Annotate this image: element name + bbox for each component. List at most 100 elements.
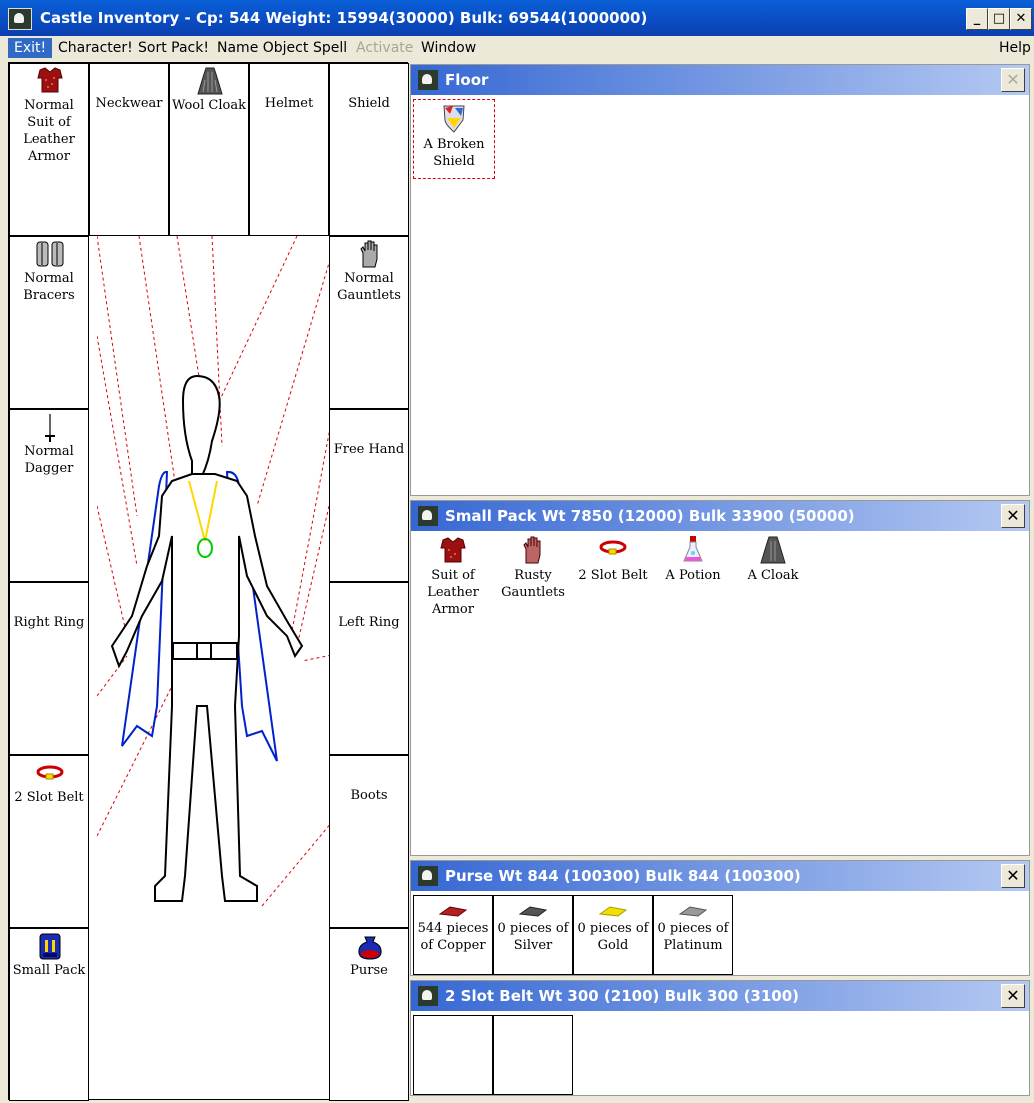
close-button[interactable]: ✕ (1010, 8, 1032, 30)
slot-label: Normal Suit of Leather Armor (23, 98, 75, 164)
cloak-icon (760, 536, 786, 564)
menu-window[interactable]: Window (421, 40, 476, 56)
floor-pane: Floor ✕ A Broken Shield (410, 64, 1030, 496)
slot-boots[interactable]: Boots (329, 755, 409, 928)
item-label: 2 Slot Belt (578, 568, 648, 583)
belt-title: 2 Slot Belt Wt 300 (2100) Bulk 300 (3100… (445, 987, 800, 1005)
slot-helmet[interactable]: Helmet (249, 63, 329, 236)
maximize-button[interactable]: □ (988, 8, 1010, 30)
character-figure (97, 236, 337, 907)
menu-exit[interactable]: Exit! (8, 38, 53, 58)
slot-label: Shield (348, 96, 390, 111)
slot-left-ring[interactable]: Left Ring (329, 582, 409, 755)
window-title: Castle Inventory - Cp: 544 Weight: 15994… (40, 9, 648, 27)
coin-label: 0 pieces of Platinum (657, 921, 729, 953)
menu-character[interactable]: Character! (58, 40, 133, 56)
coin-pile-icon (438, 906, 468, 917)
slot-armor[interactable]: Normal Suit of Leather Armor (9, 63, 89, 236)
purse-pane: Purse Wt 844 (100300) Bulk 844 (100300) … (410, 860, 1030, 976)
slot-label: Small Pack (12, 963, 86, 978)
coin-pile-icon (518, 906, 548, 917)
belt-icon (36, 765, 64, 780)
menu-name-object[interactable]: Name Object (217, 40, 308, 56)
slot-label: Left Ring (338, 615, 400, 630)
potion-icon (683, 536, 703, 562)
slot-label: Free Hand (333, 442, 405, 457)
item-label: A Broken Shield (423, 137, 485, 169)
slot-label: Right Ring (13, 615, 85, 630)
pack-item[interactable]: A Cloak (733, 535, 813, 584)
minimize-button[interactable]: _ (966, 8, 988, 30)
belt-slot-2[interactable] (493, 1015, 573, 1095)
title-bar: Castle Inventory - Cp: 544 Weight: 15994… (0, 0, 1034, 36)
app-icon (418, 866, 438, 886)
slot-label: Normal Bracers (23, 271, 75, 303)
app-icon (418, 70, 438, 90)
floor-close-button[interactable]: ✕ (1001, 68, 1025, 92)
menu-sort-pack[interactable]: Sort Pack! (138, 40, 209, 56)
belt-icon (599, 540, 627, 555)
pack-item[interactable]: Suit of Leather Armor (413, 535, 493, 618)
purse-coin[interactable]: 0 pieces of Gold (573, 895, 653, 975)
backpack-icon (39, 933, 61, 960)
menu-activate: Activate (356, 40, 414, 56)
slot-gauntlets[interactable]: Normal Gauntlets (329, 236, 409, 409)
slot-label: Purse (350, 963, 388, 978)
slot-label: Helmet (264, 96, 314, 111)
floor-title: Floor (445, 71, 489, 89)
slot-label: Normal Dagger (24, 444, 74, 476)
cloak-icon (197, 67, 223, 95)
purse-coin[interactable]: 544 pieces of Copper (413, 895, 493, 975)
gauntlets-icon (523, 536, 541, 564)
gauntlet-icon (360, 240, 378, 268)
pack-pane: Small Pack Wt 7850 (12000) Bulk 33900 (5… (410, 500, 1030, 856)
armor-icon (440, 537, 466, 563)
slot-bracers[interactable]: Normal Bracers (9, 236, 89, 409)
slot-label: Boots (350, 788, 388, 803)
shield-icon (443, 105, 465, 133)
menu-help[interactable]: Help (999, 40, 1031, 56)
item-label: A Cloak (747, 568, 799, 583)
pack-close-button[interactable]: ✕ (1001, 504, 1025, 528)
coin-pile-icon (598, 906, 628, 917)
slot-belt[interactable]: 2 Slot Belt (9, 755, 89, 928)
purse-title: Purse Wt 844 (100300) Bulk 844 (100300) (445, 867, 801, 885)
slot-right-ring[interactable]: Right Ring (9, 582, 89, 755)
app-icon[interactable] (8, 8, 32, 30)
slot-cloak[interactable]: Wool Cloak (169, 63, 249, 236)
belt-close-button[interactable]: ✕ (1001, 984, 1025, 1008)
app-icon (418, 986, 438, 1006)
item-label: Rusty Gauntlets (501, 568, 565, 600)
pack-item[interactable]: 2 Slot Belt (573, 535, 653, 584)
floor-header: Floor ✕ (411, 65, 1029, 95)
belt-pane: 2 Slot Belt Wt 300 (2100) Bulk 300 (3100… (410, 980, 1030, 1096)
item-label: A Potion (665, 568, 721, 583)
bracers-icon (36, 241, 64, 267)
purse-coin[interactable]: 0 pieces of Silver (493, 895, 573, 975)
slot-neckwear[interactable]: Neckwear (89, 63, 169, 236)
dagger-icon (45, 414, 55, 442)
menu-bar: Exit! Character! Sort Pack! Name Object … (0, 36, 1034, 60)
slot-label: Normal Gauntlets (337, 271, 401, 303)
purse-close-button[interactable]: ✕ (1001, 864, 1025, 888)
slot-shield[interactable]: Shield (329, 63, 409, 236)
slot-label: Wool Cloak (172, 98, 246, 113)
menu-spell[interactable]: Spell (313, 40, 347, 56)
slot-pack[interactable]: Small Pack (9, 928, 89, 1101)
belt-header: 2 Slot Belt Wt 300 (2100) Bulk 300 (3100… (411, 981, 1029, 1011)
coin-label: 544 pieces of Copper (417, 921, 489, 953)
slot-label: Neckwear (95, 96, 163, 111)
armor-icon (37, 67, 63, 93)
pack-item[interactable]: A Potion (653, 535, 733, 584)
floor-item[interactable]: A Broken Shield (413, 99, 495, 179)
belt-slot-1[interactable] (413, 1015, 493, 1095)
pack-item[interactable]: Rusty Gauntlets (493, 535, 573, 601)
app-icon (418, 506, 438, 526)
purse-coin[interactable]: 0 pieces of Platinum (653, 895, 733, 975)
slot-purse[interactable]: Purse (329, 928, 409, 1101)
coin-pile-icon (678, 906, 708, 917)
equipment-panel: Normal Suit of Leather Armor Neckwear Wo… (8, 62, 409, 1101)
slot-free-hand[interactable]: Free Hand (329, 409, 409, 582)
coin-label: 0 pieces of Gold (577, 921, 649, 953)
slot-weapon[interactable]: Normal Dagger (9, 409, 89, 582)
